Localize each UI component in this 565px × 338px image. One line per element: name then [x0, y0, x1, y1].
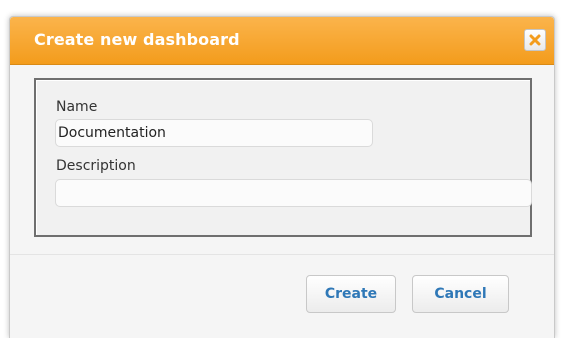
close-icon [529, 34, 541, 46]
name-input[interactable] [55, 119, 373, 147]
name-label: Name [56, 99, 98, 115]
footer-divider [10, 254, 554, 255]
cancel-button[interactable]: Cancel [412, 275, 509, 313]
dashboard-form: Name Description [34, 78, 532, 237]
create-button[interactable]: Create [306, 275, 396, 313]
description-input[interactable] [55, 179, 532, 207]
dialog-title: Create new dashboard [34, 30, 240, 49]
dialog-titlebar: Create new dashboard [10, 17, 554, 65]
close-button[interactable] [524, 29, 546, 51]
description-label: Description [56, 158, 136, 174]
create-dashboard-dialog: Create new dashboard Name Description Cr… [9, 16, 555, 338]
